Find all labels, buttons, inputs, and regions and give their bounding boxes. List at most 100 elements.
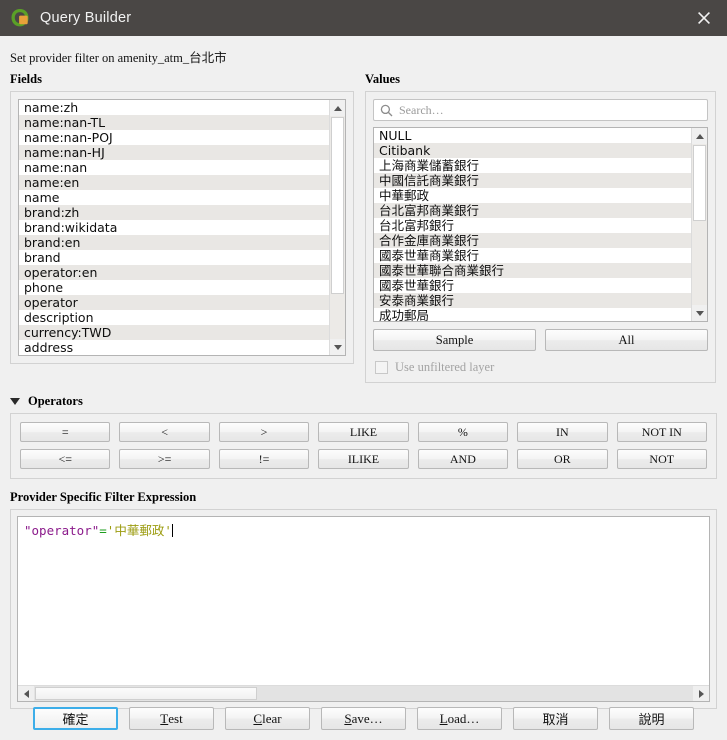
values-list-rows: NULL Citibank 上海商業儲蓄銀行 中國信託商業銀行 中華郵政 台北富邦商業銀行… <box>374 128 691 321</box>
expression-editor[interactable]: "operator"='中華郵政' <box>17 516 710 702</box>
expression-scroll-left-icon[interactable] <box>18 686 34 701</box>
values-list[interactable]: NULL Citibank 上海商業儲蓄銀行 中國信託商業銀行 中華郵政 台北富邦商業銀行… <box>373 127 708 322</box>
qgis-icon <box>11 9 29 27</box>
expression-groupbox: "operator"='中華郵政' <box>10 509 717 709</box>
fields-list-rows: name:zh name:nan-TL name:nan-POJ name:nan-H… <box>19 100 329 355</box>
operators-label: Operators <box>28 394 83 408</box>
values-scrollbar-thumb[interactable] <box>693 145 706 221</box>
values-scroll-up-icon[interactable] <box>692 128 707 144</box>
expression-text[interactable]: "operator"='中華郵政' <box>18 517 709 539</box>
provider-filter-label: Set provider filter on amenity_atm_台北市 <box>10 51 227 65</box>
fields-groupbox: name:zh name:nan-TL name:nan-POJ name:nan-H… <box>10 91 354 364</box>
value-item[interactable]: 安泰商業銀行 <box>374 293 691 308</box>
field-item[interactable]: operator:en <box>19 265 329 280</box>
text-caret <box>171 524 173 537</box>
fields-list[interactable]: name:zh name:nan-TL name:nan-POJ name:nan-H… <box>18 99 346 356</box>
field-item[interactable]: name:zh <box>19 100 329 115</box>
values-scroll-down-icon[interactable] <box>692 305 707 321</box>
all-button[interactable]: All <box>545 329 708 351</box>
field-item[interactable]: name:en <box>19 175 329 190</box>
values-scrollbar[interactable] <box>691 128 707 321</box>
value-item[interactable]: 國泰世華銀行 <box>374 278 691 293</box>
operator-button[interactable]: <= <box>20 449 111 469</box>
value-item[interactable]: 上海商業儲蓄銀行 <box>374 158 691 173</box>
operator-button[interactable]: IN <box>517 422 608 442</box>
operator-button[interactable]: ILIKE <box>318 449 409 469</box>
dialog-button-test[interactable]: Test <box>129 707 214 730</box>
field-item[interactable]: brand:zh <box>19 205 329 220</box>
operator-button[interactable]: AND <box>417 449 509 469</box>
value-item[interactable]: NULL <box>374 128 691 143</box>
fields-scrollbar[interactable] <box>329 100 345 355</box>
operator-button[interactable]: NOT <box>616 449 707 469</box>
values-search-placeholder: Search… <box>399 102 444 117</box>
fields-values-columns: Fields name:zh name:nan-TL name:nan-POJ nam… <box>10 72 717 383</box>
search-icon <box>380 104 393 116</box>
field-item[interactable]: brand:en <box>19 235 329 250</box>
fields-scroll-up-icon[interactable] <box>330 100 345 116</box>
fields-scrollbar-thumb[interactable] <box>331 117 344 294</box>
operator-button[interactable]: NOT IN <box>616 422 707 442</box>
dialog-button-bar: 確定 Test Clear Save… Load… 取消 說明 <box>10 707 717 730</box>
field-item[interactable]: address <box>19 340 329 355</box>
values-action-buttons: Sample All <box>373 329 708 351</box>
dialog-button-clear[interactable]: Clear <box>225 707 310 730</box>
operators-header[interactable]: Operators <box>10 394 717 409</box>
expression-scroll-right-icon[interactable] <box>693 686 709 701</box>
field-item[interactable]: description <box>19 310 329 325</box>
dialog-button-取消[interactable]: 取消 <box>513 707 598 730</box>
field-item[interactable]: brand:wikidata <box>19 220 329 235</box>
values-search-input[interactable]: Search… <box>373 99 708 121</box>
dialog-button-說明[interactable]: 說明 <box>609 707 694 730</box>
operator-button[interactable]: != <box>218 449 310 469</box>
field-item[interactable]: name <box>19 190 329 205</box>
dialog-body: Set provider filter on amenity_atm_台北市 F… <box>0 36 727 740</box>
dialog-button-load[interactable]: Load… <box>417 707 502 730</box>
value-item[interactable]: 中華郵政 <box>374 188 691 203</box>
expression-token-string: '中華郵政' <box>106 523 172 538</box>
operator-button[interactable]: OR <box>517 449 608 469</box>
fields-label: Fields <box>10 72 42 86</box>
operator-button[interactable]: < <box>119 422 210 442</box>
operator-button[interactable]: >= <box>119 449 210 469</box>
field-item[interactable]: currency:TWD <box>19 325 329 340</box>
field-item[interactable]: name:nan-POJ <box>19 130 329 145</box>
fields-column: Fields name:zh name:nan-TL name:nan-POJ nam… <box>10 72 354 383</box>
triangle-down-icon[interactable] <box>10 398 20 405</box>
operator-button[interactable]: > <box>218 422 310 442</box>
dialog-button-確定[interactable]: 確定 <box>33 707 118 730</box>
sample-button[interactable]: Sample <box>373 329 536 351</box>
value-item[interactable]: 國泰世華聯合商業銀行 <box>374 263 691 278</box>
value-item[interactable]: 台北富邦銀行 <box>374 218 691 233</box>
fields-scroll-down-icon[interactable] <box>330 339 345 355</box>
value-item[interactable]: 國泰世華商業銀行 <box>374 248 691 263</box>
operator-button[interactable]: LIKE <box>318 422 409 442</box>
use-unfiltered-layer-checkbox[interactable] <box>375 361 388 374</box>
value-item[interactable]: Citibank <box>374 143 691 158</box>
expression-horizontal-scrollbar[interactable] <box>18 685 709 701</box>
use-unfiltered-layer-row[interactable]: Use unfiltered layer <box>373 360 708 375</box>
operator-button[interactable]: % <box>417 422 509 442</box>
field-item[interactable]: name:nan <box>19 160 329 175</box>
field-item[interactable]: brand <box>19 250 329 265</box>
field-item[interactable]: phone <box>19 280 329 295</box>
operators-row-2: <= >= != ILIKE AND OR NOT <box>20 449 707 469</box>
title-bar: Query Builder <box>0 0 727 36</box>
operator-button[interactable]: = <box>20 422 111 442</box>
field-item[interactable]: operator <box>19 295 329 310</box>
value-item[interactable]: 台北富邦商業銀行 <box>374 203 691 218</box>
values-groupbox: Search… NULL Citibank 上海商業儲蓄銀行 中國信託商業銀行 中華郵政… <box>365 91 716 383</box>
field-item[interactable]: name:nan-HJ <box>19 145 329 160</box>
use-unfiltered-layer-label: Use unfiltered layer <box>395 360 495 374</box>
expression-token-field: "operator" <box>24 523 100 538</box>
field-item[interactable]: name:nan-TL <box>19 115 329 130</box>
expression-hscroll-thumb[interactable] <box>35 687 257 700</box>
close-icon[interactable] <box>681 0 727 36</box>
operators-row-1: = < > LIKE% IN NOT IN <box>20 422 707 442</box>
value-item[interactable]: 成功郵局 <box>374 308 691 321</box>
value-item[interactable]: 中國信託商業銀行 <box>374 173 691 188</box>
dialog-button-save[interactable]: Save… <box>321 707 406 730</box>
operators-groupbox: = < > LIKE% IN NOT IN <= >= != ILIKE AND OR NOT <box>10 413 717 479</box>
value-item[interactable]: 合作金庫商業銀行 <box>374 233 691 248</box>
expression-label: Provider Specific Filter Expression <box>10 490 197 504</box>
